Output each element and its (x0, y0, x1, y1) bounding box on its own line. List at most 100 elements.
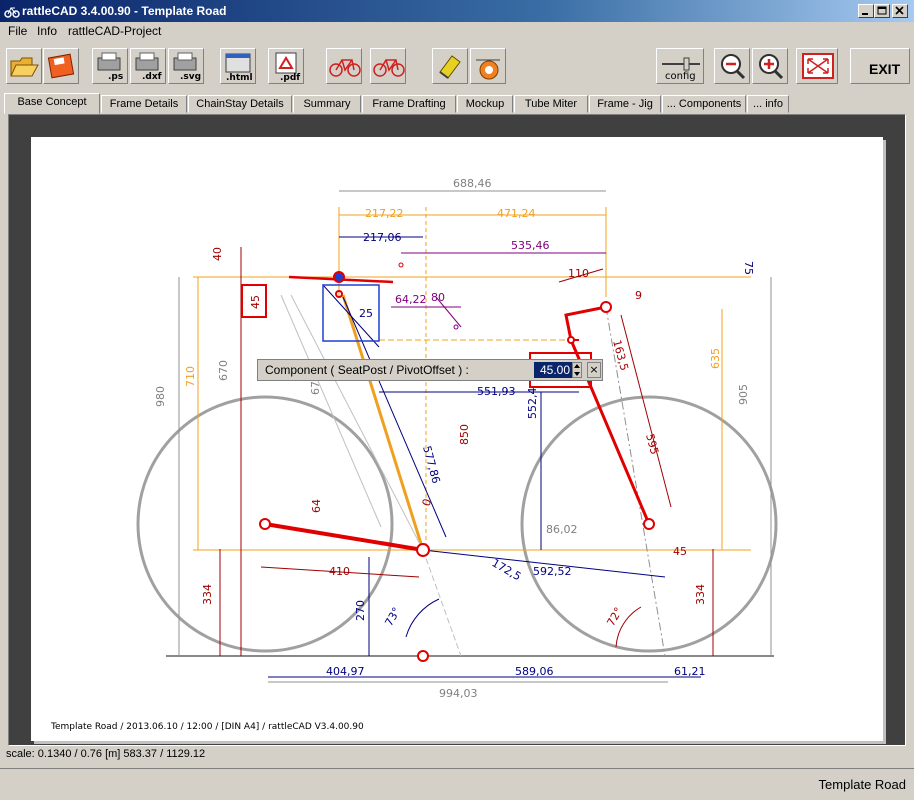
tab-components[interactable]: ... Components (662, 95, 746, 113)
project-name: Template Road (818, 777, 906, 792)
angle-arc-73 (405, 598, 440, 638)
menu-bar: File Info rattleCAD-Project (0, 22, 914, 40)
ground-point (417, 650, 429, 662)
dim-72-deg: 72° (604, 605, 625, 628)
bike-compare-button[interactable] (370, 48, 406, 84)
menu-info[interactable]: Info (37, 24, 57, 38)
export-svg-button[interactable]: .svg (168, 48, 204, 84)
rear-axle (259, 518, 271, 530)
clear-button[interactable] (432, 48, 468, 84)
drawing-canvas[interactable]: 688,46 217,22 471,24 217,06 535,46 75 40… (8, 114, 906, 746)
fit-to-window-icon (802, 53, 834, 79)
web-page-icon: .html (225, 53, 253, 82)
spinner-arrows-icon (574, 364, 580, 376)
zoom-out-button[interactable] (714, 48, 750, 84)
dim-471-24: 471,24 (497, 207, 536, 220)
dim-163-5: 163,5 (610, 338, 631, 372)
dim-73-deg: 73° (382, 605, 403, 628)
purple-marker (453, 324, 459, 330)
save-button[interactable] (43, 48, 79, 84)
floppy-disk-icon (47, 53, 75, 79)
dim-40: 40 (211, 247, 224, 261)
tab-summary[interactable]: Summary (293, 95, 361, 113)
zoom-out-icon (721, 54, 746, 80)
bottom-bracket (416, 543, 430, 557)
config-button[interactable]: config (656, 48, 704, 84)
dim-404-97: 404,97 (326, 665, 365, 678)
seat-tube (341, 294, 425, 551)
component-edit-dialog: Component ( SeatPost / PivotOffset ) : × (257, 359, 603, 381)
maximize-button[interactable] (874, 4, 890, 18)
printer-icon: .ps (97, 52, 123, 82)
open-button[interactable] (6, 48, 42, 84)
render-button[interactable] (470, 48, 506, 84)
close-button[interactable] (892, 4, 908, 18)
menu-project[interactable]: rattleCAD-Project (68, 24, 161, 38)
dim-45: 45 (673, 545, 687, 558)
chain-stay (264, 522, 424, 552)
dialog-close-button[interactable]: × (587, 362, 601, 378)
exit-button[interactable]: EXIT (850, 48, 910, 84)
dim-64: 64 (310, 499, 323, 513)
dim-635: 635 (709, 348, 722, 369)
bike-geometry-drawing[interactable]: 688,46 217,22 471,24 217,06 535,46 75 40… (31, 137, 883, 741)
dim-334-front: 334 (694, 584, 707, 605)
zoom-in-button[interactable] (752, 48, 788, 84)
dim-9: 9 (635, 289, 642, 302)
front-axle (643, 518, 655, 530)
svg-text:.dxf: .dxf (142, 72, 162, 82)
small-marker (398, 262, 404, 268)
minimize-button[interactable] (858, 4, 874, 18)
tab-base-concept[interactable]: Base Concept (4, 93, 100, 114)
export-pdf-button[interactable]: .pdf (268, 48, 304, 84)
folder-open-icon (10, 57, 39, 77)
export-html-button[interactable]: .html (220, 48, 256, 84)
dim-110: 110 (568, 267, 589, 280)
menu-file[interactable]: File (8, 24, 27, 38)
dim-577-86: 577,86 (420, 444, 443, 485)
tab-info[interactable]: ... info (747, 95, 789, 113)
dialog-label: Component ( SeatPost / PivotOffset ) : (265, 363, 469, 377)
headtube-top-point (567, 336, 575, 344)
bike-view-button[interactable] (326, 48, 362, 84)
tab-mockup[interactable]: Mockup (457, 95, 513, 113)
dim-86-02: 86,02 (546, 523, 578, 536)
tab-tube-miter[interactable]: Tube Miter (514, 95, 588, 113)
dim-551-93: 551,93 (477, 385, 516, 398)
fit-to-page-button[interactable] (796, 48, 838, 84)
grey-ref-b (280, 294, 382, 528)
dim-552-4: 552,4 (526, 388, 539, 420)
toolbar: .ps .dxf .svg .html .pdf config EXIT (0, 44, 914, 90)
export-dxf-button[interactable]: .dxf (130, 48, 166, 84)
pivot-offset-input[interactable] (534, 362, 572, 378)
dim-334-rear: 334 (201, 584, 214, 605)
dim-217-06: 217,06 (363, 231, 402, 244)
printer-icon: .dxf (135, 52, 162, 82)
zoom-in-icon (759, 54, 784, 80)
dim-905: 905 (737, 384, 750, 405)
dim-0: 0 (420, 497, 435, 508)
saddle-point (333, 271, 345, 283)
dim-850: 850 (458, 424, 471, 445)
dim-592-52: 592,52 (533, 565, 572, 578)
bicycle-icon (329, 59, 361, 77)
tab-bar: Base Concept Frame Details ChainStay Det… (4, 93, 910, 114)
export-ps-button[interactable]: .ps (92, 48, 128, 84)
dim-980: 980 (154, 386, 167, 407)
dim-688-46: 688,46 (453, 177, 492, 190)
dim-45-box: 45 (249, 295, 262, 309)
tab-frame-details[interactable]: Frame Details (101, 95, 187, 113)
eraser-icon (439, 55, 461, 79)
value-spinner[interactable] (572, 362, 582, 378)
printer-icon: .svg (173, 52, 201, 82)
app-icon (4, 7, 20, 18)
dim-75: 75 (742, 261, 755, 275)
dim-80: 80 (431, 291, 445, 304)
bicycle-render-icon (476, 59, 500, 80)
dim-589-06: 589,06 (515, 665, 554, 678)
dim-270: 270 (354, 600, 367, 621)
tab-frame-drafting[interactable]: Frame Drafting (362, 95, 456, 113)
dim-410: 410 (329, 565, 350, 578)
tab-chainstay-details[interactable]: ChainStay Details (188, 95, 292, 113)
tab-frame-jig[interactable]: Frame - Jig (589, 95, 661, 113)
